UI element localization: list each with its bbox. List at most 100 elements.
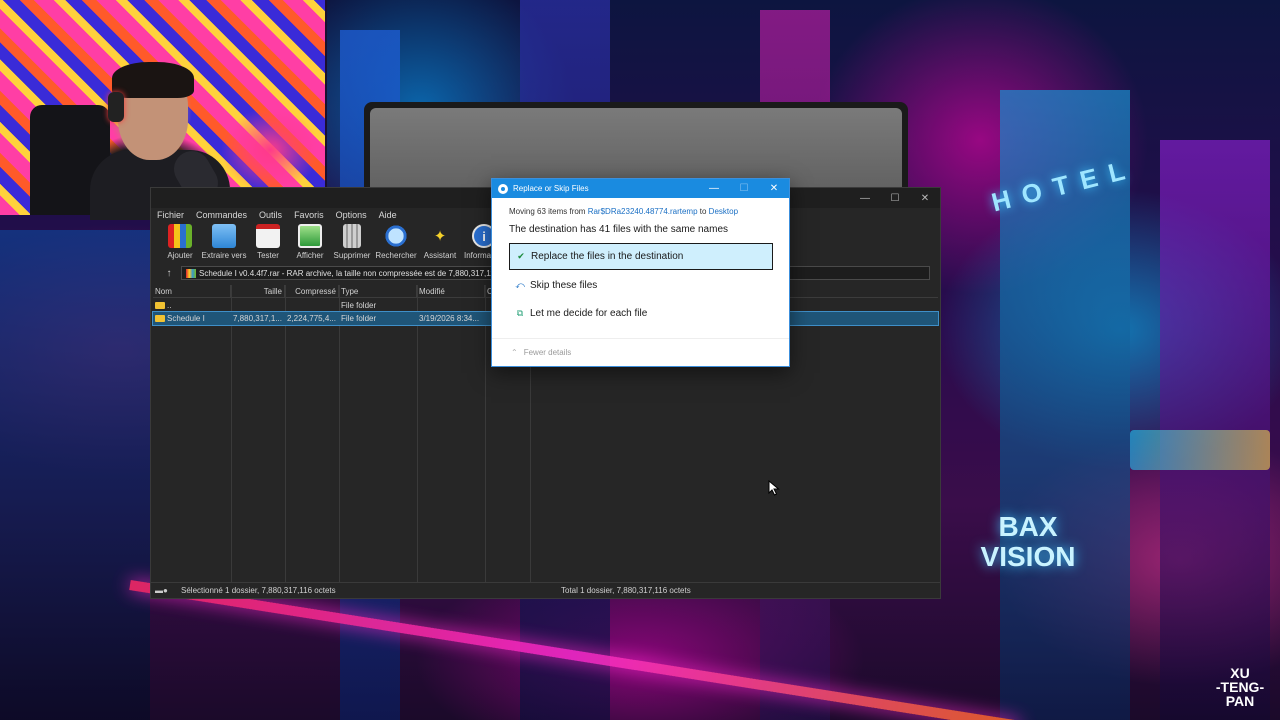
dialog-app-icon	[498, 183, 508, 194]
close-button[interactable]: ✕	[910, 188, 940, 208]
webcam-overlay	[0, 0, 327, 220]
wallpaper-kanji-sign	[1130, 430, 1270, 470]
column-header-modifie[interactable]: Modifié	[417, 285, 485, 297]
chevron-up-icon: ⌃	[511, 348, 518, 357]
brand-logo: XU -TENG- PAN	[1208, 666, 1272, 708]
trash-icon	[343, 224, 361, 248]
dialog-window-controls: — ☐ ✕	[699, 179, 789, 198]
skip-files-option[interactable]: ⤺ Skip these files	[509, 272, 773, 298]
rar-archive-icon	[186, 268, 196, 278]
folder-extract-icon	[212, 224, 236, 248]
mouse-cursor-icon	[768, 480, 780, 496]
dialog-minimize-button[interactable]: —	[699, 179, 729, 198]
option-label: Skip these files	[530, 279, 598, 291]
view-picture-icon	[298, 224, 322, 248]
drive-key-icon: ▬●	[155, 586, 168, 595]
row-type: File folder	[341, 301, 377, 310]
toolbar-label: Extraire vers	[201, 251, 247, 260]
brand-logo-line: XU	[1230, 665, 1250, 681]
column-header-type[interactable]: Type	[339, 285, 417, 297]
webcam-headset	[108, 92, 124, 122]
moving-mid: to	[697, 207, 709, 216]
toolbar-label: Supprimer	[333, 251, 371, 260]
menu-outils[interactable]: Outils	[259, 210, 282, 220]
toolbar-label: Ajouter	[167, 251, 193, 260]
row-size	[231, 299, 285, 312]
column-divider	[417, 285, 418, 582]
wallpaper-bax-sign: BAX VISION	[968, 512, 1088, 572]
brand-logo-line: PAN	[1225, 693, 1255, 709]
menu-favoris[interactable]: Favoris	[294, 210, 324, 220]
option-label: Replace the files in the destination	[531, 251, 684, 262]
dialog-body: Moving 63 items from Rar$DRa23240.48774.…	[492, 198, 789, 326]
decide-each-file-option[interactable]: ⧉ Let me decide for each file	[509, 300, 773, 326]
dialog-close-button[interactable]: ✕	[759, 179, 789, 198]
magic-wand-icon: ✦	[433, 228, 447, 245]
row-size: 7,880,317,1...	[233, 314, 282, 323]
status-total: Total 1 dossier, 7,880,317,116 octets	[561, 586, 691, 595]
checkmark-icon: ✔	[517, 251, 525, 261]
column-header-compresse[interactable]: Compressé	[285, 285, 339, 297]
column-header-nom[interactable]: Nom	[153, 285, 231, 297]
toolbar-label: Afficher	[296, 251, 324, 260]
minimize-button[interactable]: —	[850, 188, 880, 208]
toolbar-extraire-button[interactable]: Extraire vers	[201, 222, 247, 264]
toolbar-rechercher-button[interactable]: Rechercher	[373, 222, 419, 264]
fewer-details-toggle[interactable]: ⌃ Fewer details	[492, 338, 789, 366]
moving-prefix: Moving 63 items from	[509, 207, 588, 216]
toolbar-supprimer-button[interactable]: Supprimer	[331, 222, 373, 264]
column-divider	[485, 285, 486, 582]
toolbar-label: Assistant	[423, 251, 457, 260]
dialog-maximize-button: ☐	[739, 183, 749, 194]
row-name: Schedule I	[153, 312, 231, 325]
winrar-statusbar: ▬● Sélectionné 1 dossier, 7,880,317,116 …	[151, 582, 940, 598]
bax-sign-line: VISION	[980, 541, 1076, 572]
row-name-text: ..	[167, 301, 172, 310]
replace-skip-dialog: Replace or Skip Files — ☐ ✕ Moving 63 it…	[491, 178, 790, 367]
toolbar-tester-button[interactable]: Tester	[247, 222, 289, 264]
option-label: Let me decide for each file	[530, 307, 648, 319]
brand-logo-line: -TENG-	[1215, 679, 1265, 695]
conflict-heading: The destination has 41 files with the sa…	[509, 224, 729, 235]
moving-summary: Moving 63 items from Rar$DRa23240.48774.…	[509, 207, 789, 216]
bax-sign-line: BAX	[998, 511, 1058, 542]
toolbar-ajouter-button[interactable]: Ajouter	[159, 222, 201, 264]
toolbar-assistant-button[interactable]: ✦ Assistant	[419, 222, 461, 264]
test-clipboard-icon	[256, 224, 280, 248]
column-divider	[339, 285, 340, 582]
dialog-title: Replace or Skip Files	[513, 184, 589, 193]
dialog-titlebar[interactable]: Replace or Skip Files — ☐ ✕	[492, 179, 789, 198]
decide-files-icon: ⧉	[516, 307, 524, 318]
row-modified	[417, 299, 485, 312]
skip-arrow-icon: ⤺	[515, 279, 525, 290]
toolbar-afficher-button[interactable]: Afficher	[289, 222, 331, 264]
row-type: File folder	[341, 314, 377, 323]
folder-icon	[155, 315, 165, 323]
books-add-icon	[168, 224, 192, 248]
row-name: ..	[153, 299, 231, 312]
wallpaper-building	[0, 230, 150, 720]
row-modified: 3/19/2026 8:34...	[419, 314, 480, 323]
row-packed	[285, 299, 339, 312]
menu-options[interactable]: Options	[336, 210, 367, 220]
toolbar-label: Tester	[257, 251, 279, 260]
window-controls: — ☐ ✕	[850, 188, 940, 208]
up-folder-button[interactable]: ↑	[157, 268, 181, 279]
fewer-details-label: Fewer details	[523, 348, 572, 357]
source-folder-link[interactable]: Rar$DRa23240.48774.rartemp	[588, 207, 698, 216]
magnifier-icon	[384, 224, 408, 248]
archive-path-text: Schedule I v0.4.4f7.rar - RAR archive, l…	[199, 268, 500, 278]
status-selected: Sélectionné 1 dossier, 7,880,317,116 oct…	[181, 586, 336, 595]
replace-files-option[interactable]: ✔ Replace the files in the destination	[509, 243, 773, 270]
webcam-person-hair	[112, 62, 194, 98]
toolbar-label: Rechercher	[375, 251, 417, 260]
column-divider	[231, 285, 232, 582]
column-divider	[285, 285, 286, 582]
destination-folder-link[interactable]: Desktop	[709, 207, 738, 216]
column-header-taille[interactable]: Taille	[231, 285, 285, 297]
maximize-button[interactable]: ☐	[880, 188, 910, 208]
menu-aide[interactable]: Aide	[379, 210, 397, 220]
menu-commandes[interactable]: Commandes	[196, 210, 247, 220]
folder-icon	[155, 302, 165, 310]
menu-fichier[interactable]: Fichier	[157, 210, 184, 220]
